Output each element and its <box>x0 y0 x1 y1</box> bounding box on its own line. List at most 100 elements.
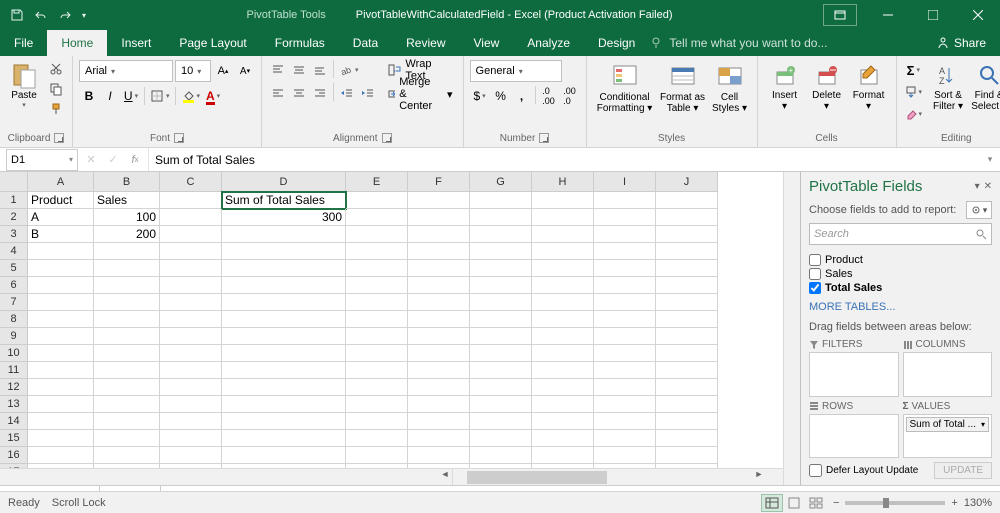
cell[interactable] <box>532 311 594 328</box>
cell[interactable] <box>470 260 532 277</box>
underline-button[interactable]: U▾ <box>121 86 141 106</box>
cell[interactable] <box>94 362 160 379</box>
cell[interactable] <box>594 413 656 430</box>
cell[interactable] <box>222 277 346 294</box>
align-left-button[interactable] <box>268 83 288 103</box>
cell[interactable] <box>532 430 594 447</box>
cell[interactable] <box>346 464 408 468</box>
cell[interactable] <box>346 209 408 226</box>
cell[interactable] <box>594 362 656 379</box>
cell[interactable] <box>160 277 222 294</box>
cell[interactable] <box>408 192 470 209</box>
cell[interactable] <box>408 209 470 226</box>
zoom-slider[interactable] <box>845 501 945 505</box>
cell[interactable] <box>470 294 532 311</box>
cell[interactable] <box>532 396 594 413</box>
cell[interactable] <box>594 396 656 413</box>
cell[interactable]: 100 <box>94 209 160 226</box>
format-painter-button[interactable] <box>46 100 66 118</box>
tab-data[interactable]: Data <box>339 30 392 56</box>
field-checkbox[interactable] <box>809 268 821 280</box>
cell[interactable] <box>470 311 532 328</box>
column-header[interactable]: E <box>346 172 408 192</box>
cell[interactable] <box>160 192 222 209</box>
row-header[interactable]: 2 <box>0 209 28 226</box>
cell[interactable] <box>408 396 470 413</box>
cell[interactable] <box>594 226 656 243</box>
cell[interactable] <box>28 260 94 277</box>
cell[interactable] <box>532 226 594 243</box>
tab-home[interactable]: Home <box>47 30 107 56</box>
autosum-button[interactable]: Σ▾ <box>903 60 925 80</box>
cell-styles-button[interactable]: Cell Styles ▾ <box>709 60 751 114</box>
minimize-button[interactable] <box>865 0 910 30</box>
cell[interactable] <box>160 311 222 328</box>
qat-customize-button[interactable]: ▾ <box>78 3 90 27</box>
row-header[interactable]: 15 <box>0 430 28 447</box>
cell[interactable] <box>656 311 718 328</box>
cell[interactable] <box>470 447 532 464</box>
cell[interactable] <box>408 311 470 328</box>
cancel-formula-button[interactable]: ✕ <box>80 149 102 171</box>
cell[interactable] <box>408 294 470 311</box>
cell[interactable] <box>532 413 594 430</box>
values-area[interactable]: ΣVALUESSum of Total ...▾ <box>903 401 993 459</box>
cell[interactable] <box>94 260 160 277</box>
find-select-button[interactable]: Find & Select ▾ <box>968 60 1000 112</box>
cut-button[interactable] <box>46 60 66 78</box>
row-header[interactable]: 10 <box>0 345 28 362</box>
copy-button[interactable] <box>46 80 66 98</box>
cell[interactable]: B <box>28 226 94 243</box>
cell[interactable] <box>594 209 656 226</box>
cell[interactable] <box>346 328 408 345</box>
more-tables-link[interactable]: MORE TABLES... <box>809 301 992 313</box>
cell[interactable] <box>656 447 718 464</box>
align-top-button[interactable] <box>268 60 288 80</box>
cell[interactable] <box>656 294 718 311</box>
cell[interactable] <box>656 209 718 226</box>
tab-file[interactable]: File <box>0 30 47 56</box>
increase-font-button[interactable]: A▴ <box>213 61 233 81</box>
cell[interactable] <box>94 328 160 345</box>
tab-page-layout[interactable]: Page Layout <box>165 30 260 56</box>
cell[interactable] <box>222 396 346 413</box>
value-field-chip[interactable]: Sum of Total ...▾ <box>906 417 990 432</box>
cell[interactable] <box>222 294 346 311</box>
row-header[interactable]: 4 <box>0 243 28 260</box>
column-header[interactable]: D <box>222 172 346 192</box>
bold-button[interactable]: B <box>79 86 99 106</box>
ribbon-display-options-button[interactable] <box>823 4 857 26</box>
cell[interactable] <box>222 226 346 243</box>
insert-function-button[interactable]: fx <box>124 149 146 171</box>
cell[interactable] <box>656 464 718 468</box>
cell[interactable] <box>656 413 718 430</box>
cell[interactable] <box>594 430 656 447</box>
redo-button[interactable] <box>54 3 76 27</box>
format-cells-button[interactable]: Format▾ <box>848 60 890 112</box>
cell[interactable] <box>28 294 94 311</box>
align-middle-button[interactable] <box>289 60 309 80</box>
cell[interactable] <box>346 311 408 328</box>
cell[interactable] <box>656 260 718 277</box>
cell[interactable] <box>346 277 408 294</box>
cell[interactable] <box>408 345 470 362</box>
cell[interactable] <box>222 447 346 464</box>
font-name-combo[interactable]: Arial▾ <box>79 60 173 82</box>
cell[interactable] <box>408 243 470 260</box>
align-bottom-button[interactable] <box>310 60 330 80</box>
cell[interactable] <box>28 413 94 430</box>
merge-center-button[interactable]: Merge & Center▾ <box>384 84 457 104</box>
fill-button[interactable]: ▾ <box>903 82 925 102</box>
cell[interactable] <box>532 209 594 226</box>
tell-me-search[interactable]: Tell me what you want to do... <box>649 30 922 56</box>
cell[interactable] <box>346 430 408 447</box>
cell[interactable] <box>470 192 532 209</box>
cell[interactable] <box>532 294 594 311</box>
cell[interactable] <box>94 464 160 468</box>
cell[interactable] <box>28 447 94 464</box>
cell[interactable] <box>94 345 160 362</box>
cell[interactable]: Sum of Total Sales <box>222 192 346 209</box>
undo-button[interactable] <box>30 3 52 27</box>
insert-cells-button[interactable]: + Insert▾ <box>764 60 806 112</box>
cell[interactable] <box>160 379 222 396</box>
